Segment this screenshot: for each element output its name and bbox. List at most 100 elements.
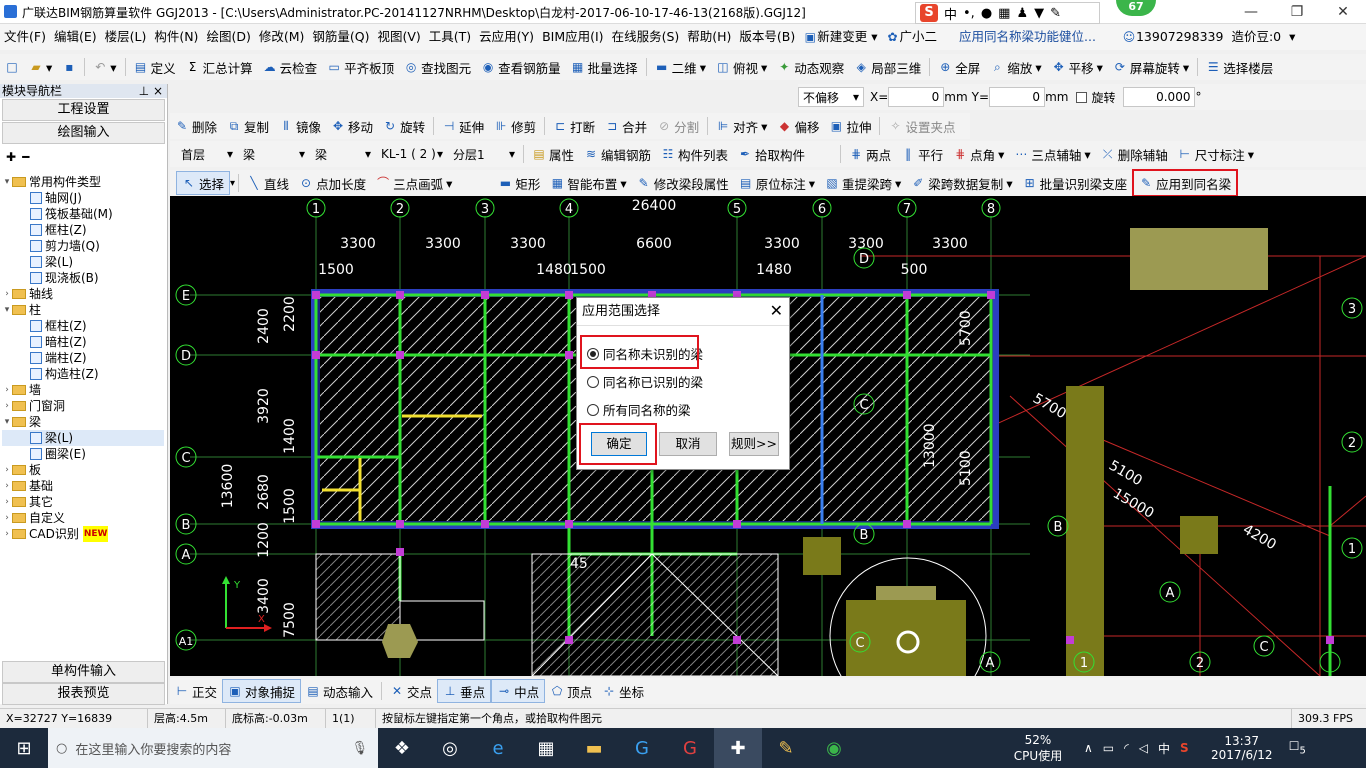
tree-folder[interactable]: › 板 — [2, 462, 164, 478]
taskbar-search[interactable]: ○ 在这里输入你要搜索的内容 🎙 — [48, 728, 378, 768]
align-slab-top-button[interactable]: ▭ 平齐板顶 — [322, 55, 399, 79]
tree-item[interactable]: 梁(L) — [2, 430, 164, 446]
project-settings-button[interactable]: 工程设置 — [2, 99, 165, 121]
rectangle-button[interactable]: ▬ 矩形 — [493, 171, 545, 195]
price-beans-dropdown-icon[interactable]: ▾ — [1285, 24, 1299, 50]
partial-3d-button[interactable]: ◈ 局部三维 — [849, 55, 926, 79]
align-dropdown[interactable]: ⊫ 对齐 ▾ — [711, 114, 772, 138]
option-all[interactable]: 所有同名称的梁 — [587, 400, 691, 419]
news-ticker[interactable]: 应用同名称梁功能健位... — [955, 24, 1100, 50]
vertex-snap[interactable]: ⬠ 顶点 — [545, 679, 597, 703]
tree-item[interactable]: 现浇板(B) — [2, 270, 164, 286]
merge-button[interactable]: ⊐ 合并 — [600, 114, 652, 138]
option-identified[interactable]: 同名称已识别的梁 — [587, 372, 703, 391]
report-preview-button[interactable]: 报表预览 — [2, 683, 165, 705]
tray-volume-icon[interactable]: ◁ — [1139, 741, 1148, 755]
tree-item[interactable]: 圈梁(E) — [2, 446, 164, 462]
expand-icon[interactable]: › — [2, 286, 12, 302]
green-app-icon[interactable]: ◉ — [810, 728, 858, 768]
windows-start-icon[interactable]: ⊞ — [0, 728, 48, 768]
rotate-input[interactable]: 0.000 — [1123, 87, 1196, 107]
collapse-icon[interactable]: ▾ — [2, 414, 12, 430]
restore-icon[interactable]: ❐ — [1274, 0, 1320, 24]
offset-button[interactable]: ◆ 偏移 — [772, 114, 824, 138]
collapse-all-icon[interactable]: ━ — [22, 150, 29, 164]
shirt-icon[interactable]: ▼ — [1034, 6, 1044, 21]
point-angle-dropdown[interactable]: ⋕ 点角 ▾ — [948, 142, 1009, 166]
find-element-button[interactable]: ◎ 查找图元 — [399, 55, 476, 79]
expand-icon[interactable]: › — [2, 478, 12, 494]
menu-modify[interactable]: 修改(M) — [255, 24, 309, 50]
smart-layout-dropdown[interactable]: ▦ 智能布置 ▾ — [545, 171, 631, 195]
glodon-app2-icon[interactable]: G — [666, 728, 714, 768]
tree-folder[interactable]: › CAD识别 NEW — [2, 526, 164, 542]
three-point-arc-dropdown[interactable]: ⌒ 三点画弧 ▾ — [371, 171, 457, 195]
dynamic-input-toggle[interactable]: ▤ 动态输入 — [301, 679, 378, 703]
rules-button[interactable]: 规则>> — [729, 432, 779, 456]
file-explorer-icon[interactable]: ▬ — [570, 728, 618, 768]
tray-clock[interactable]: 13:37 2017/6/12 — [1207, 734, 1277, 762]
tree-item[interactable]: 框柱(Z) — [2, 318, 164, 334]
menu-help[interactable]: 帮助(H) — [683, 24, 735, 50]
app-wechat-icon[interactable]: ◎ — [426, 728, 474, 768]
ortho-toggle[interactable]: ⊢ 正交 — [170, 679, 222, 703]
tree-folder[interactable]: › 门窗洞 — [2, 398, 164, 414]
menu-bim[interactable]: BIM应用(I) — [538, 24, 608, 50]
radio-all[interactable] — [587, 403, 599, 416]
ime-punct[interactable]: •, — [963, 6, 975, 21]
trim-button[interactable]: ⊪ 修剪 — [489, 114, 541, 138]
menu-view[interactable]: 视图(V) — [373, 24, 424, 50]
category-select[interactable]: 梁 ▾ — [238, 144, 310, 164]
batch-select-button[interactable]: ▦ 批量选择 — [566, 55, 643, 79]
re-extract-span-dropdown[interactable]: ▧ 重提梁跨 ▾ — [820, 171, 906, 195]
in-situ-annotation-dropdown[interactable]: ▤ 原位标注 ▾ — [734, 171, 820, 195]
three-point-axis-dropdown[interactable]: ⋯ 三点辅轴 ▾ — [1009, 142, 1095, 166]
view-rebar-qty-button[interactable]: ◉ 查看钢筋量 — [476, 55, 566, 79]
dynamic-observe-button[interactable]: ✦ 动态观察 — [772, 55, 849, 79]
expand-icon[interactable]: › — [2, 494, 12, 510]
dialog-close-icon[interactable]: ✕ — [770, 301, 783, 320]
mic-icon[interactable]: ● — [981, 6, 992, 21]
screen-rotate-dropdown[interactable]: ⟳ 屏幕旋转 ▾ — [1108, 55, 1194, 79]
tree-folder[interactable]: ▾ 梁 — [2, 414, 164, 430]
point-length-button[interactable]: ⊙ 点加长度 — [294, 171, 371, 195]
dimension-dropdown[interactable]: ⊢ 尺寸标注 ▾ — [1173, 142, 1259, 166]
update-badge[interactable]: 67 — [1116, 0, 1156, 16]
minimize-icon[interactable]: — — [1228, 0, 1274, 24]
copy-button[interactable]: ⧉ 复制 — [222, 114, 274, 138]
line-button[interactable]: ╲ 直线 — [242, 171, 294, 195]
price-beans[interactable]: 造价豆:0 — [1227, 24, 1285, 50]
select-button[interactable]: ↖ 选择 — [176, 171, 231, 195]
expand-icon[interactable]: › — [2, 382, 12, 398]
keyboard-icon[interactable]: ▦ — [998, 6, 1010, 21]
tree-folder[interactable]: › 基础 — [2, 478, 164, 494]
menu-draw[interactable]: 绘图(D) — [202, 24, 254, 50]
select-dropdown-icon[interactable]: ▾ — [230, 178, 235, 189]
span-data-copy-dropdown[interactable]: ✐ 梁跨数据复制 ▾ — [906, 171, 1017, 195]
break-button[interactable]: ⊏ 打断 — [548, 114, 600, 138]
rotate-button[interactable]: ↻ 旋转 — [378, 114, 430, 138]
properties-button[interactable]: ▤ 属性 — [527, 142, 579, 166]
tree-item[interactable]: 剪力墙(Q) — [2, 238, 164, 254]
collapse-icon[interactable]: ▾ — [2, 302, 12, 318]
expand-icon[interactable]: › — [2, 510, 12, 526]
cancel-button[interactable]: 取消 — [659, 432, 717, 456]
wrench-icon[interactable]: ✎ — [1050, 6, 1061, 21]
tree-item[interactable]: 筏板基础(M) — [2, 206, 164, 222]
select-floor-button[interactable]: ☰ 选择楼层 — [1201, 55, 1278, 79]
view-2d-dropdown[interactable]: ▬ 二维 ▾ — [650, 55, 711, 79]
ime-lang[interactable]: 中 — [944, 4, 957, 23]
floor-select[interactable]: 首层 ▾ — [176, 144, 238, 164]
stretch-button[interactable]: ▣ 拉伸 — [824, 114, 876, 138]
edge-browser-icon[interactable]: e — [474, 728, 522, 768]
menu-floor[interactable]: 楼层(L) — [101, 24, 151, 50]
midpoint-snap[interactable]: ⊸ 中点 — [491, 679, 546, 703]
component-select[interactable]: KL-1 ( 2 ) ▾ — [376, 144, 448, 164]
two-point-button[interactable]: ⋕ 两点 — [844, 142, 896, 166]
parallel-button[interactable]: ‖ 平行 — [896, 142, 948, 166]
apply-same-name-beam-button[interactable]: ✎ 应用到同名梁 — [1132, 169, 1239, 197]
save-icon[interactable]: ▪ — [57, 55, 81, 79]
menu-guangxiaoer[interactable]: ✿ 广小二 — [882, 24, 942, 50]
notes-app-icon[interactable]: ✎ — [762, 728, 810, 768]
tree-folder[interactable]: › 轴线 — [2, 286, 164, 302]
